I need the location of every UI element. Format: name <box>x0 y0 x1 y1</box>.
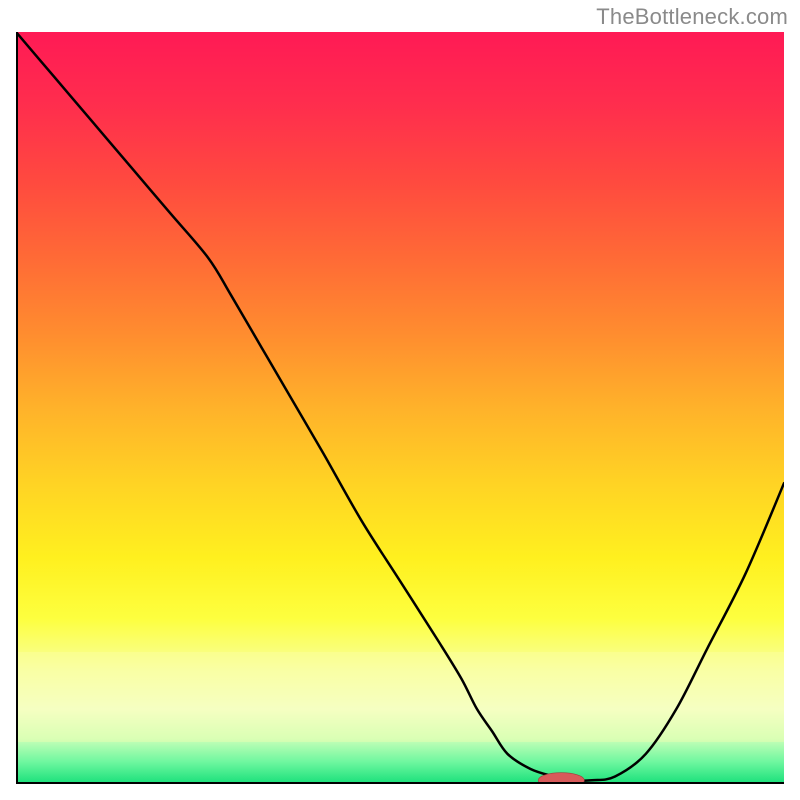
plot-area <box>16 32 784 784</box>
watermark-text: TheBottleneck.com <box>596 4 788 30</box>
chart-svg <box>16 32 784 784</box>
highlight-band <box>16 652 784 742</box>
chart-container: TheBottleneck.com <box>0 0 800 800</box>
